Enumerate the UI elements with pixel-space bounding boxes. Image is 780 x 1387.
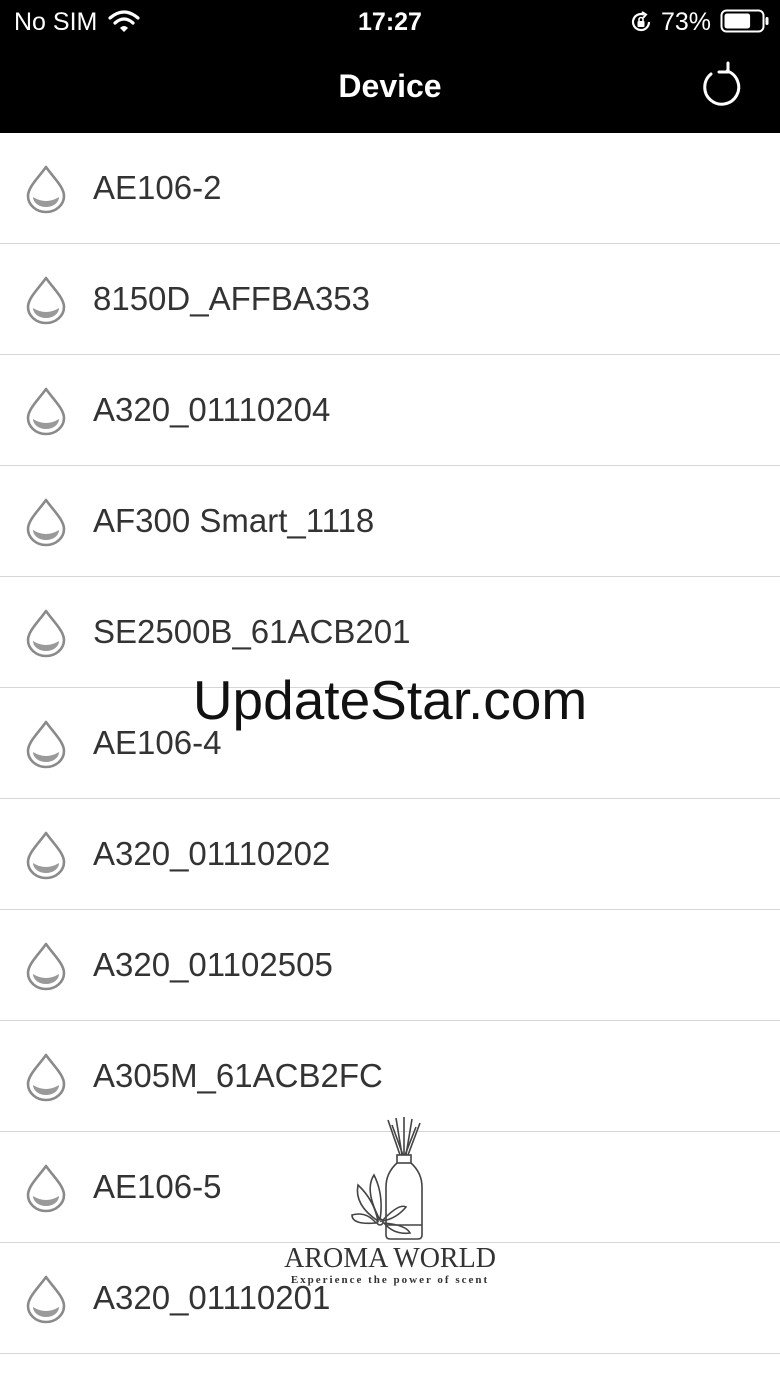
droplet-icon [26, 1275, 66, 1324]
battery-icon [720, 9, 769, 33]
device-name: A320_01110202 [93, 835, 331, 872]
watermark-text: UpdateStar.com [192, 669, 588, 731]
logo-brand-name: AROMA WORLD [284, 1243, 496, 1274]
droplet-icon [26, 1164, 66, 1213]
device-name: SE2500B_61ACB201 [93, 613, 411, 650]
droplet-icon [26, 1053, 66, 1102]
device-name: AE106-2 [93, 169, 222, 206]
device-name: 8150D_AFFBA353 [93, 280, 371, 317]
device-name: AF300 Smart_1118 [93, 502, 375, 539]
device-list-item[interactable]: AF300 Smart_1118 [0, 466, 780, 577]
battery-percentage: 73% [661, 8, 712, 36]
device-name: AE106-5 [93, 1168, 222, 1205]
device-name: A320_01102505 [93, 946, 333, 983]
device-name: A305M_61ACB2FC [93, 1057, 383, 1094]
status-bar: No SIM 17:27 73% [0, 0, 780, 42]
device-list-item[interactable]: A320_01110204 [0, 355, 780, 466]
device-name: A320_01110204 [93, 391, 331, 428]
orientation-lock-icon [631, 11, 651, 32]
aroma-world-logo: AROMA WORLD Experience the power of scen… [274, 1115, 506, 1290]
diffuser-logo-icon [351, 1117, 423, 1240]
device-list-item[interactable]: AE106-2 [0, 133, 780, 244]
droplet-icon [26, 276, 66, 325]
device-list-item[interactable]: A320_01102505 [0, 910, 780, 1021]
droplet-icon [26, 609, 66, 658]
refresh-icon[interactable] [697, 60, 747, 110]
page-title: Device [338, 68, 442, 104]
droplet-icon [26, 831, 66, 880]
navigation-bar: Device [0, 42, 780, 133]
droplet-icon [26, 498, 66, 547]
logo-tagline: Experience the power of scent [290, 1274, 490, 1286]
droplet-icon [26, 165, 66, 214]
device-list-item[interactable]: 8150D_AFFBA353 [0, 244, 780, 355]
device-list-item[interactable]: A320_01110202 [0, 799, 780, 910]
droplet-icon [26, 387, 66, 436]
droplet-icon [26, 942, 66, 991]
